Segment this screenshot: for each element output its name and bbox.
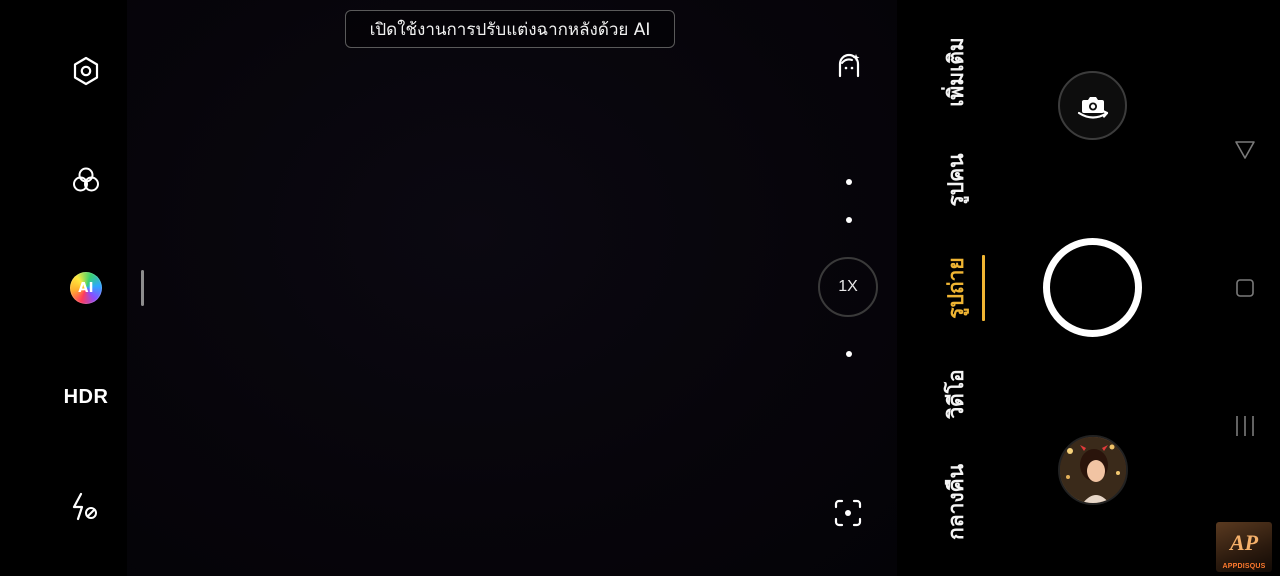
site-watermark-logo: AP APPDISQUS xyxy=(1216,522,1272,572)
nav-recents-button[interactable] xyxy=(1226,407,1264,445)
panel-drag-handle[interactable] xyxy=(141,270,144,306)
hdr-button[interactable]: HDR xyxy=(56,367,116,427)
zoom-level-dot[interactable] xyxy=(846,217,852,223)
flip-camera-button[interactable] xyxy=(1058,71,1127,140)
active-mode-indicator xyxy=(982,255,985,321)
face-retouch-icon xyxy=(838,53,860,78)
back-triangle-icon xyxy=(1235,141,1255,159)
mode-video[interactable]: วิดีโอ xyxy=(942,366,970,422)
zoom-level-dot[interactable] xyxy=(846,179,852,185)
mode-more[interactable]: เพิ่มเติม xyxy=(942,37,970,107)
mode-photo[interactable]: รูปถ่าย xyxy=(942,257,970,319)
nav-home-button[interactable] xyxy=(1226,269,1264,307)
mode-label: วิดีโอ xyxy=(943,369,968,419)
watermark-text: APPDISQUS xyxy=(1222,563,1266,570)
watermark-emblem: AP xyxy=(1229,530,1259,555)
focus-frame-icon xyxy=(834,499,862,527)
flash-off-icon xyxy=(72,492,97,521)
home-square-icon xyxy=(1236,279,1254,297)
mode-label: กลางคืน xyxy=(943,463,968,541)
camera-viewfinder[interactable] xyxy=(127,0,897,576)
recents-lines-icon xyxy=(1236,416,1254,436)
focus-button[interactable] xyxy=(828,493,868,533)
flash-button[interactable] xyxy=(56,477,116,537)
mode-label: เพิ่มเติม xyxy=(943,37,968,107)
gallery-thumbnail[interactable] xyxy=(1058,435,1128,505)
beauty-button[interactable] xyxy=(829,45,869,85)
hdr-label: HDR xyxy=(63,385,109,408)
mode-label: รูปคน xyxy=(943,153,968,207)
ai-scene-icon: AI xyxy=(70,272,102,304)
zoom-level-dot[interactable] xyxy=(846,351,852,357)
hexagon-settings-icon xyxy=(73,56,99,86)
ai-background-banner[interactable]: เปิดใช้งานการปรับแต่งฉากหลังด้วย AI xyxy=(345,10,675,48)
camera-flip-icon xyxy=(1077,96,1108,119)
filters-button[interactable] xyxy=(56,150,116,210)
mode-label: รูปถ่าย xyxy=(943,257,968,319)
shutter-button[interactable] xyxy=(1043,238,1142,337)
mode-night[interactable]: กลางคืน xyxy=(942,464,970,540)
ai-scene-button[interactable]: AI xyxy=(56,258,116,318)
zoom-label: 1X xyxy=(838,278,858,295)
nav-back-button[interactable] xyxy=(1226,131,1264,169)
three-circles-filter-icon xyxy=(73,167,99,192)
ai-label: AI xyxy=(78,280,94,296)
mode-portrait[interactable]: รูปคน xyxy=(942,152,970,208)
settings-button[interactable] xyxy=(56,41,116,101)
banner-text: เปิดใช้งานการปรับแต่งฉากหลังด้วย AI xyxy=(369,20,651,40)
gallery-photo-preview xyxy=(1060,437,1126,503)
zoom-button[interactable]: 1X xyxy=(818,257,878,317)
